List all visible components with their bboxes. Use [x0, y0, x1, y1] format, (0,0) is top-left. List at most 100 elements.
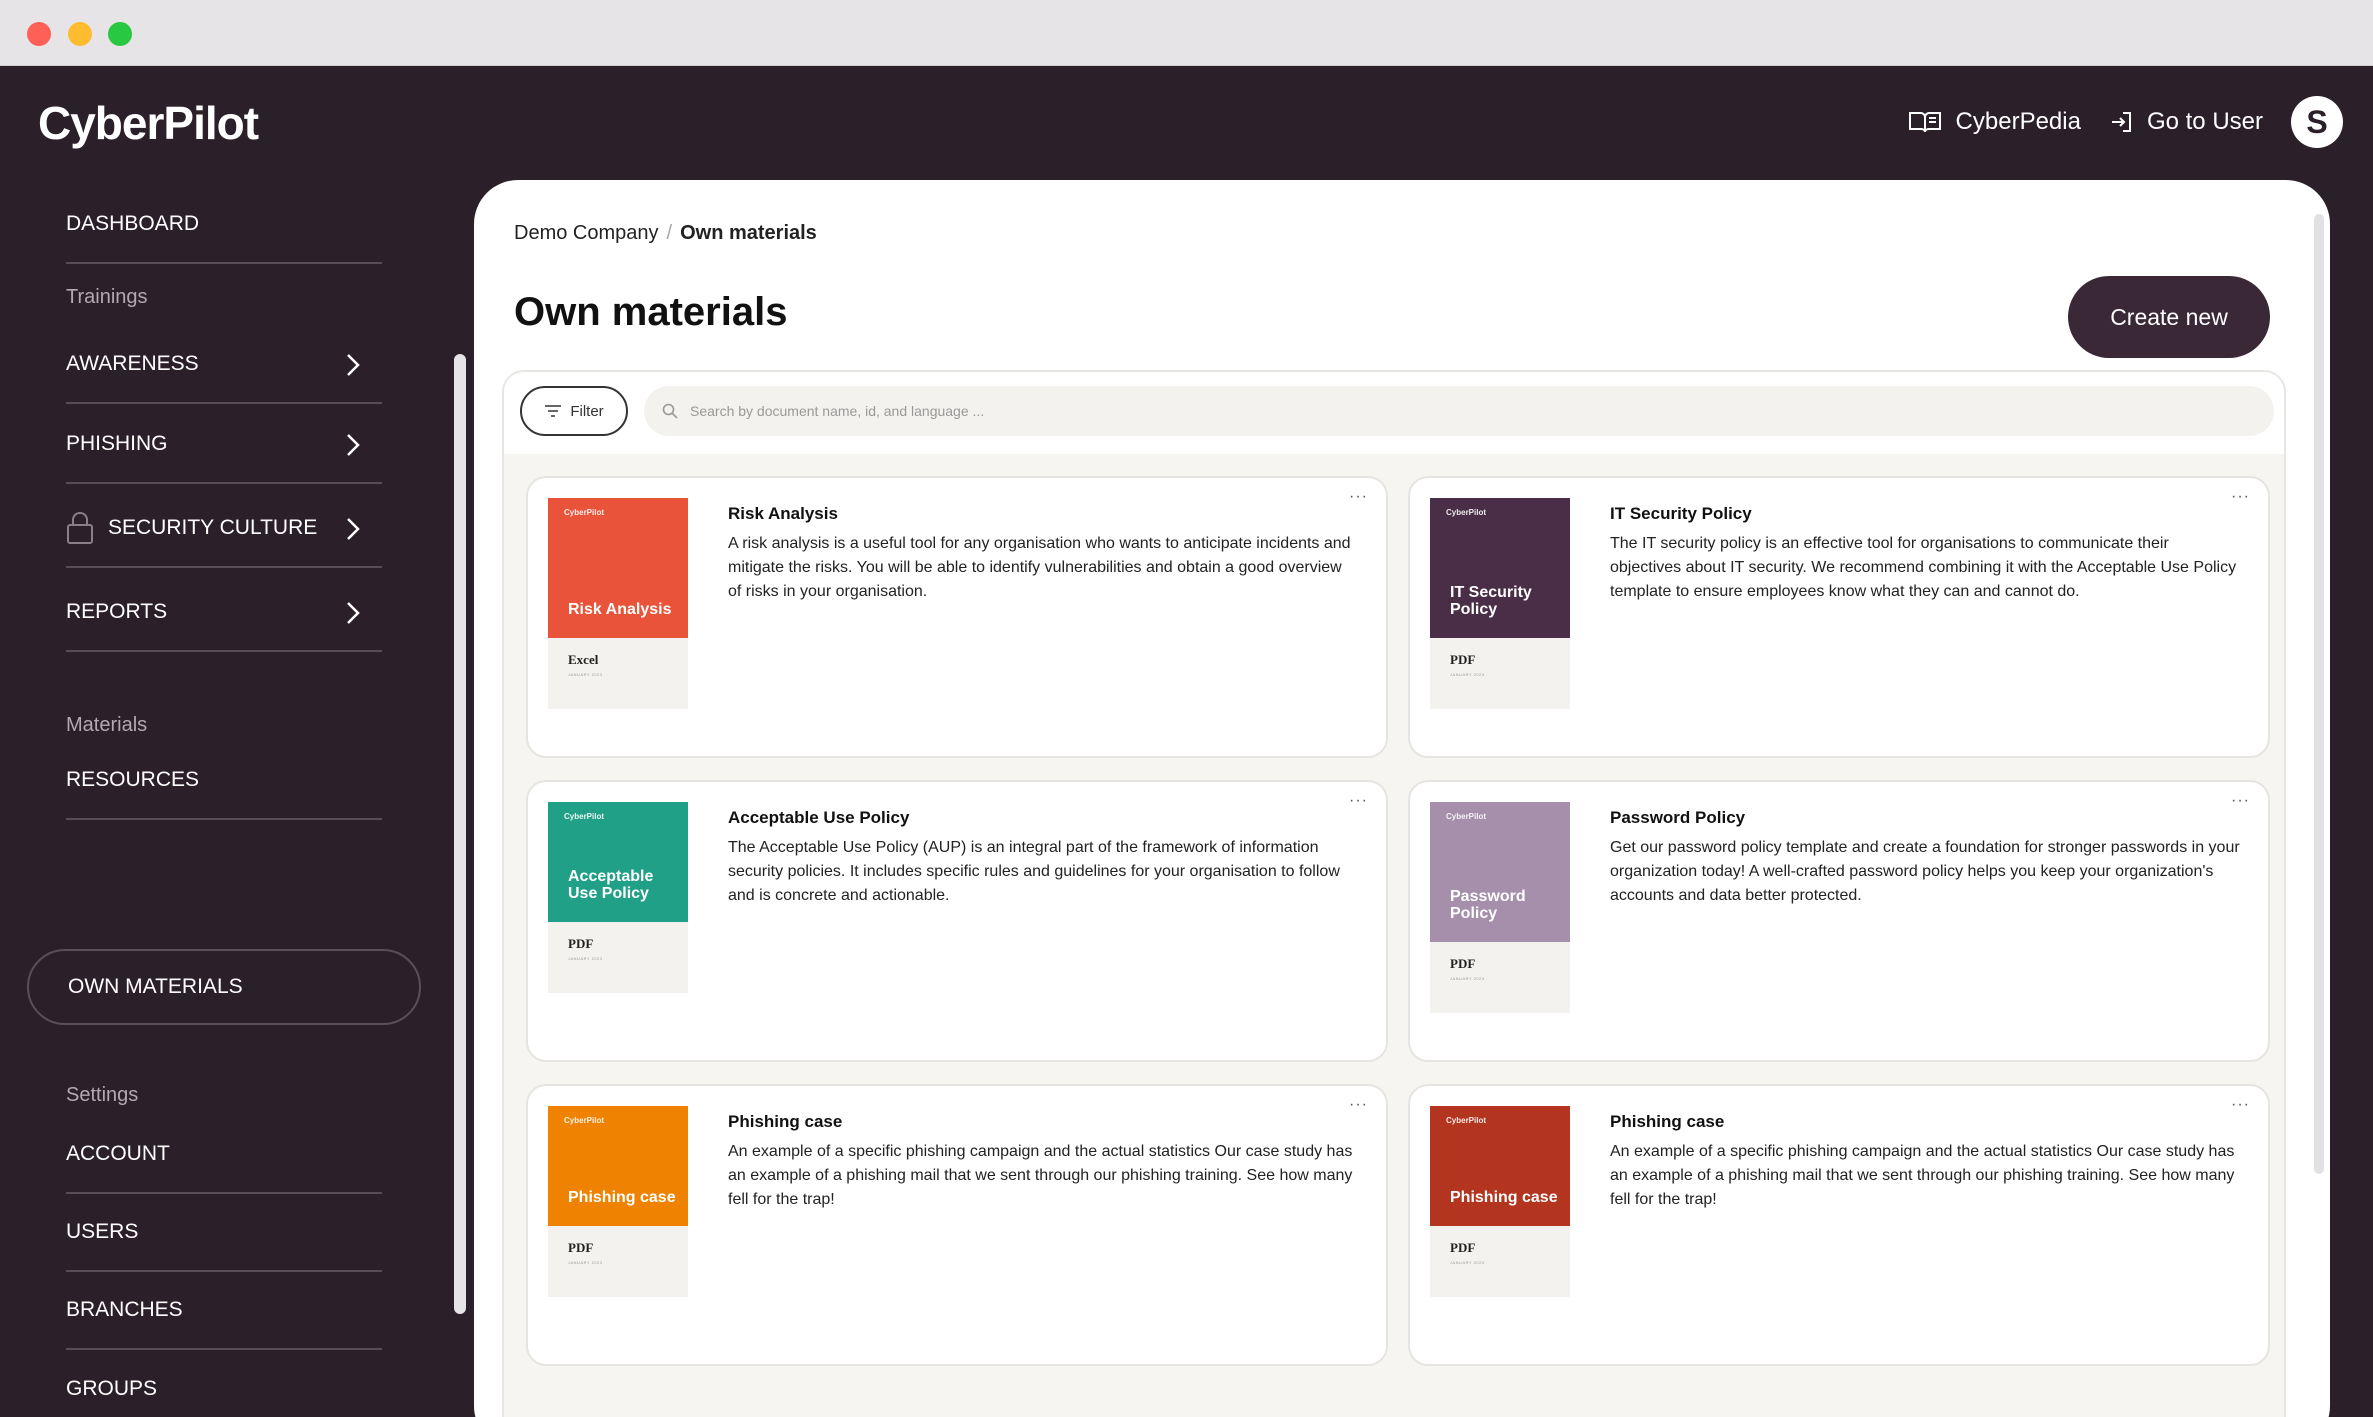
document-thumbnail: CyberPilot IT Security Policy PDF JANUAR… [1430, 498, 1570, 709]
document-thumbnail: CyberPilot Risk Analysis Excel JANUARY 2… [548, 498, 688, 709]
card-title[interactable]: Password Policy [1610, 808, 1745, 828]
document-thumbnail: CyberPilot Phishing case PDF JANUARY 202… [548, 1106, 688, 1297]
more-options-icon[interactable]: ··· [1349, 488, 1368, 506]
material-card[interactable]: ··· CyberPilot Password Policy PDF JANUA… [1408, 780, 2270, 1062]
more-options-icon[interactable]: ··· [2231, 792, 2250, 810]
chevron-right-icon [347, 602, 360, 624]
sidebar-item-label: OWN MATERIALS [68, 975, 243, 998]
card-title[interactable]: Phishing case [728, 1112, 842, 1132]
material-card[interactable]: ··· CyberPilot Acceptable Use Policy PDF… [526, 780, 1388, 1062]
create-new-button[interactable]: Create new [2068, 276, 2270, 358]
sidebar-item-users[interactable]: USERS [66, 1194, 382, 1272]
filter-icon [545, 405, 562, 417]
sidebar-item-label: ACCOUNT [66, 1142, 170, 1165]
sidebar-item-resources[interactable]: RESOURCES [66, 742, 382, 820]
material-card[interactable]: ··· CyberPilot Risk Analysis Excel JANUA… [526, 476, 1388, 758]
document-thumbnail: CyberPilot Acceptable Use Policy PDF JAN… [548, 802, 688, 993]
card-title[interactable]: IT Security Policy [1610, 504, 1752, 524]
materials-container: Filter ··· CyberPilot Risk Analysis Exce… [502, 370, 2286, 1417]
sidebar-item-awareness[interactable]: AWARENESS [66, 326, 382, 404]
document-format: PDF [1450, 956, 1476, 971]
main-scrollbar[interactable] [2314, 214, 2324, 1174]
document-format: PDF [568, 1240, 594, 1255]
cover-title: Risk Analysis [568, 601, 672, 618]
sign-in-icon [2111, 112, 2131, 132]
go-to-user-link[interactable]: Go to User [2109, 108, 2263, 136]
search-bar[interactable] [644, 386, 2274, 436]
more-options-icon[interactable]: ··· [2231, 1096, 2250, 1114]
card-description: The Acceptable Use Policy (AUP) is an in… [728, 839, 1340, 904]
cyberpilot-logo[interactable]: CyberPilot [38, 96, 259, 150]
cover-brand: CyberPilot [564, 508, 605, 517]
document-format: Excel [568, 652, 599, 667]
lock-icon [67, 511, 93, 544]
card-description: A risk analysis is a useful tool for any… [728, 535, 1351, 600]
breadcrumb-current: Own materials [680, 222, 817, 244]
search-icon [662, 403, 678, 419]
chevron-right-icon [347, 354, 360, 376]
cover-title: Acceptable Use Policy [568, 868, 654, 902]
material-card[interactable]: ··· CyberPilot IT Security Policy PDF JA… [1408, 476, 2270, 758]
document-date: JANUARY 2023 [1450, 1260, 1485, 1265]
card-description: The IT security policy is an effective t… [1610, 535, 2237, 600]
material-card[interactable]: ··· CyberPilot Phishing case PDF JANUARY… [526, 1084, 1388, 1366]
card-title[interactable]: Acceptable Use Policy [728, 808, 909, 828]
card-description: An example of a specific phishing campai… [1610, 1143, 2235, 1208]
sidebar-item-label: GROUPS [66, 1377, 158, 1400]
sidebar-item-label: AWARENESS [66, 352, 199, 375]
document-date: JANUARY 2023 [568, 956, 603, 961]
card-title[interactable]: Phishing case [1610, 1112, 1724, 1132]
cover-brand: CyberPilot [564, 812, 605, 821]
document-format: PDF [568, 936, 594, 951]
sidebar-item-own-materials[interactable]: OWN MATERIALS [27, 949, 421, 1025]
section-label-trainings: Trainings [66, 286, 148, 308]
minimize-window-button[interactable] [68, 22, 92, 46]
document-date: JANUARY 2023 [1450, 976, 1485, 981]
sidebar-item-label: DASHBOARD [66, 212, 200, 235]
material-card[interactable]: ··· CyberPilot Phishing case PDF JANUARY… [1408, 1084, 2270, 1366]
chevron-right-icon [347, 434, 360, 456]
cover-brand: CyberPilot [1446, 508, 1487, 517]
cover-title: IT Security Policy [1450, 584, 1532, 618]
sidebar-item-label: USERS [66, 1220, 139, 1243]
more-options-icon[interactable]: ··· [2231, 488, 2250, 506]
sidebar-item-branches[interactable]: BRANCHES [66, 1272, 382, 1350]
card-description: An example of a specific phishing campai… [728, 1143, 1353, 1208]
book-icon [1908, 112, 1941, 133]
sidebar-item-label: PHISHING [66, 432, 168, 455]
document-format: PDF [1450, 1240, 1476, 1255]
sidebar-item-security-culture[interactable]: SECURITY CULTURE [66, 490, 382, 568]
cyberpedia-link[interactable]: CyberPedia [1908, 108, 2081, 136]
sidebar-item-phishing[interactable]: PHISHING [66, 406, 382, 484]
sidebar-item-label: REPORTS [66, 600, 168, 623]
filter-label: Filter [570, 402, 604, 420]
cover-brand: CyberPilot [1446, 812, 1487, 821]
cover-title: Phishing case [568, 1189, 676, 1206]
cover-title: Phishing case [1450, 1189, 1558, 1206]
cover-brand: CyberPilot [564, 1116, 605, 1125]
sidebar-item-account[interactable]: ACCOUNT [66, 1116, 382, 1194]
more-options-icon[interactable]: ··· [1349, 1096, 1368, 1114]
breadcrumb: Demo Company / Own materials [514, 222, 817, 245]
sidebar-item-label: RESOURCES [66, 768, 200, 791]
avatar[interactable]: S [2291, 96, 2343, 148]
search-input[interactable] [690, 403, 2190, 419]
document-date: JANUARY 2023 [568, 1260, 603, 1265]
card-title[interactable]: Risk Analysis [728, 504, 838, 524]
close-window-button[interactable] [27, 22, 51, 46]
sidebar-item-dashboard[interactable]: DASHBOARD [66, 186, 382, 264]
more-options-icon[interactable]: ··· [1349, 792, 1368, 810]
main-panel: Demo Company / Own materials Own materials… [474, 180, 2330, 1417]
sidebar-item-reports[interactable]: REPORTS [66, 574, 382, 652]
chevron-right-icon [347, 518, 360, 540]
sidebar-item-groups[interactable]: GROUPS [66, 1350, 382, 1417]
filter-button[interactable]: Filter [520, 386, 628, 436]
zoom-window-button[interactable] [108, 22, 132, 46]
document-format: PDF [1450, 652, 1476, 667]
document-date: JANUARY 2023 [568, 672, 603, 677]
document-cover: CyberPilot IT Security Policy [1430, 498, 1570, 638]
breadcrumb-parent[interactable]: Demo Company [514, 222, 659, 244]
card-description: Get our password policy template and cre… [1610, 839, 2240, 904]
app: CyberPilot CyberPedia Go to User S DASHB… [0, 66, 2373, 1417]
sidebar-scrollbar[interactable] [454, 354, 466, 1314]
